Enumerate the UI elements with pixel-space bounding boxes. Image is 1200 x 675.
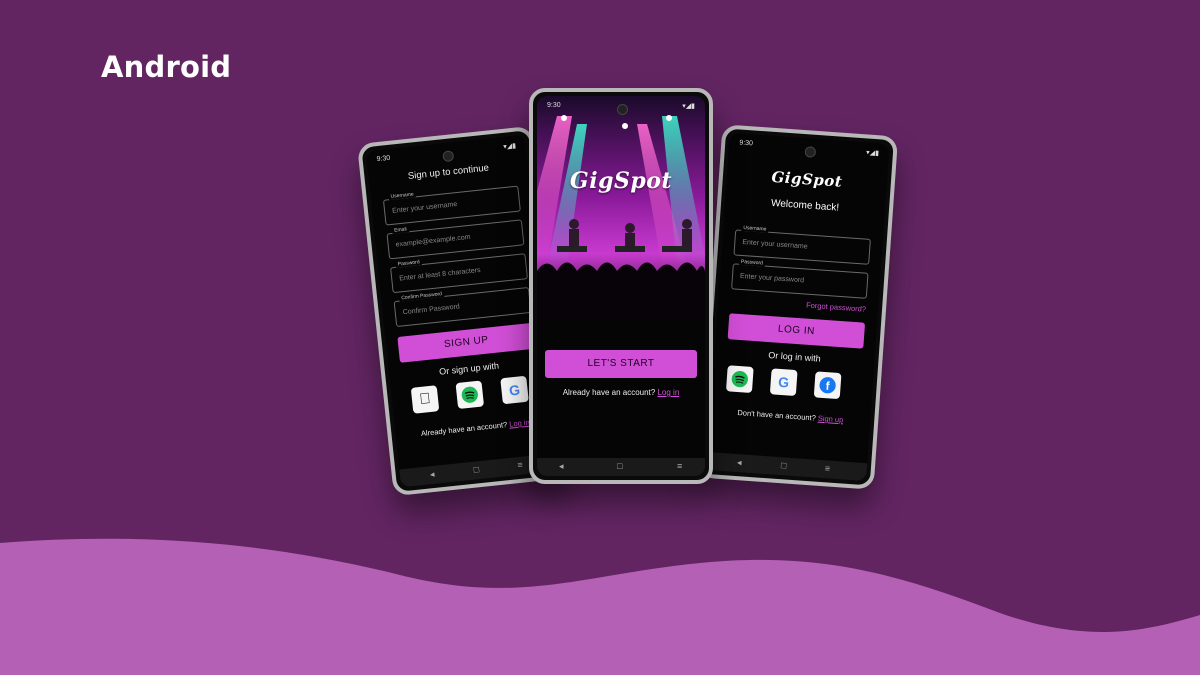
login-link[interactable]: Log in [657, 388, 679, 397]
lets-start-button[interactable]: LET'S START [545, 350, 697, 378]
login-footer: Don't have an account? Sign up [737, 408, 844, 425]
status-icons: ▾◢▮ [865, 149, 880, 158]
username-field[interactable]: Username Enter your username [382, 185, 521, 226]
password-field[interactable]: Password Enter at least 8 characters [390, 253, 529, 294]
google-icon[interactable]: G [769, 368, 798, 397]
password-field[interactable]: Password Enter your password [731, 258, 869, 299]
home-icon[interactable]: □ [473, 464, 479, 475]
home-icon[interactable]: □ [617, 461, 622, 471]
status-icons: ▾◢▮ [682, 103, 695, 110]
phone-welcome: 9:30 ▾◢▮ GigSpot LET'S START Already hav… [529, 88, 713, 484]
back-icon[interactable]: ◂ [559, 461, 564, 472]
spotify-icon[interactable] [455, 380, 485, 410]
home-icon[interactable]: □ [781, 460, 787, 470]
status-time: 9:30 [376, 154, 391, 164]
apple-icon[interactable]:  [410, 385, 440, 414]
login-title: Welcome back! [770, 197, 840, 214]
spotify-icon[interactable] [725, 365, 754, 393]
menu-icon[interactable]: ≡ [677, 461, 682, 471]
login-divider-text: Or log in with [767, 350, 822, 364]
status-icons: ▾◢▮ [503, 142, 517, 151]
status-time: 9:30 [547, 102, 561, 109]
menu-icon[interactable]: ≡ [824, 463, 830, 473]
menu-icon[interactable]: ≡ [517, 460, 523, 470]
wave-decoration [0, 538, 1200, 675]
signup-link[interactable]: Sign up [818, 414, 844, 425]
welcome-footer: Already have an account? Log in [562, 388, 680, 397]
nav-bar: ◂ □ ≡ [706, 452, 868, 482]
nav-bar: ◂ □ ≡ [537, 458, 705, 476]
welcome-screen: 9:30 ▾◢▮ GigSpot LET'S START Already hav… [537, 96, 705, 476]
confirm-password-field[interactable]: Confirm Password Confirm Password [393, 286, 532, 328]
back-icon[interactable]: ◂ [429, 469, 435, 480]
app-logo: GigSpot [770, 167, 843, 191]
platform-title: Android [101, 50, 232, 84]
facebook-icon[interactable]: f [813, 371, 842, 400]
login-link[interactable]: Log in [509, 418, 530, 429]
camera-icon [616, 104, 628, 115]
camera-icon [803, 146, 816, 158]
back-icon[interactable]: ◂ [737, 457, 742, 468]
google-icon[interactable]: G [500, 375, 529, 405]
login-button[interactable]: LOG IN [727, 313, 866, 349]
signup-button[interactable]: SIGN UP [397, 322, 536, 363]
status-time: 9:30 [739, 139, 754, 148]
phone-login: 9:30 ▾◢▮ GigSpot Welcome back! Username … [697, 124, 899, 490]
login-screen: 9:30 ▾◢▮ GigSpot Welcome back! Username … [706, 132, 890, 482]
forgot-password-link[interactable]: Forgot password? [806, 301, 867, 314]
email-field[interactable]: Email example@example.com [386, 219, 525, 260]
app-logo: GigSpot [569, 168, 673, 194]
concert-image [537, 96, 705, 321]
